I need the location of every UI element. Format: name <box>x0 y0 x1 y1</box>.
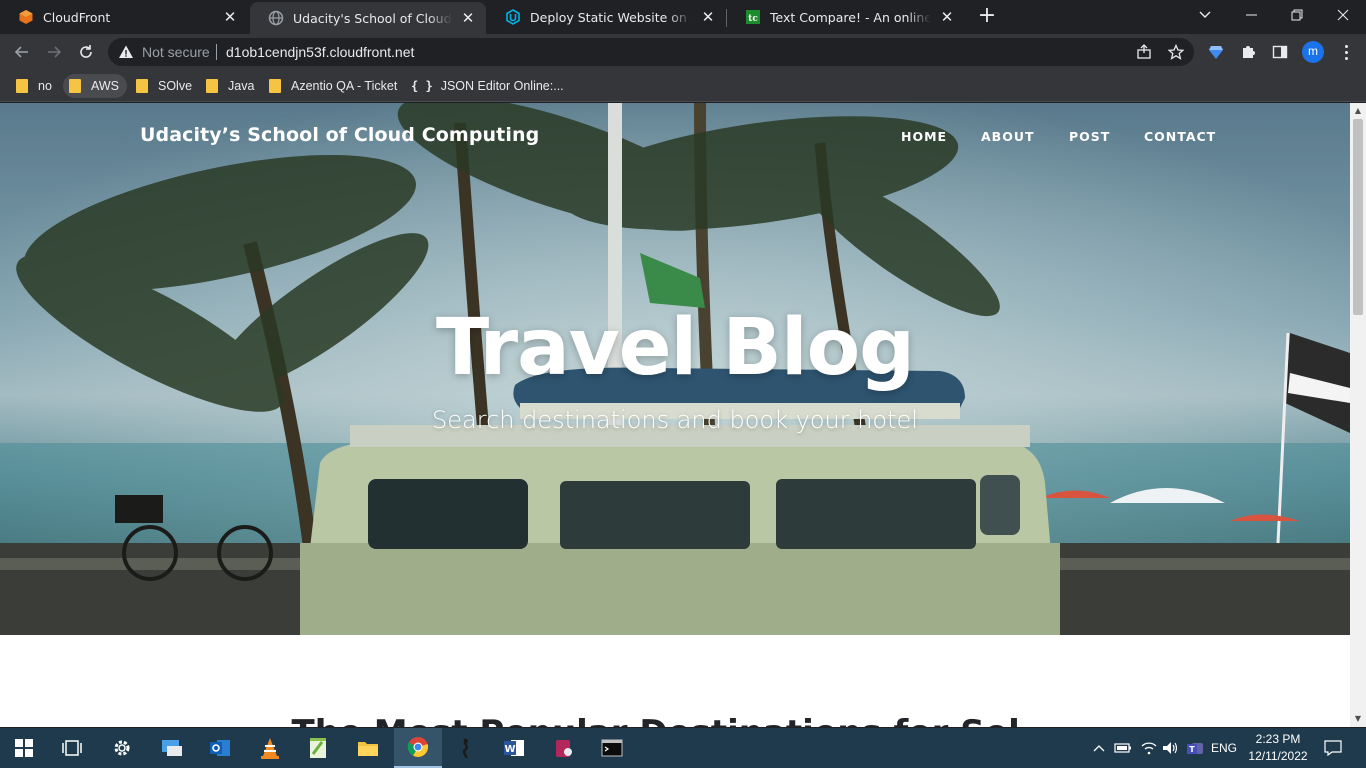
restore-button[interactable] <box>1274 0 1320 30</box>
bookmark-label: JSON Editor Online:... <box>440 79 564 93</box>
folder-icon <box>206 79 218 93</box>
extension-diamond-icon[interactable] <box>1206 42 1226 62</box>
page-scrollbar[interactable]: ▲ ▼ <box>1350 103 1366 727</box>
close-icon[interactable]: ✕ <box>939 9 955 25</box>
task-view-icon[interactable] <box>48 728 96 768</box>
tab-title: Text Compare! - An online diff tool <box>770 9 931 25</box>
close-icon[interactable]: ✕ <box>460 10 476 26</box>
browser-toolbar: Not secure d1ob1cendjn53f.cloudfront.net… <box>0 34 1366 70</box>
bookmark-star-icon[interactable] <box>1167 43 1185 61</box>
share-icon[interactable] <box>1135 43 1153 61</box>
show-hidden-icons-chevron-icon[interactable] <box>1090 728 1108 768</box>
nav-about[interactable]: ABOUT <box>981 129 1035 144</box>
bookmark-folder-azentio[interactable]: Azentio QA - Ticket <box>263 74 405 98</box>
reload-button[interactable] <box>74 40 98 64</box>
tab-search-icon[interactable] <box>1182 0 1228 30</box>
close-icon[interactable]: ✕ <box>700 9 716 25</box>
tab-strip: CloudFront ✕ Udacity's School of Cloud C… <box>0 0 1366 34</box>
bookmark-label: AWS <box>91 79 120 93</box>
folder-icon <box>69 79 81 93</box>
tab-udacity-active[interactable]: Udacity's School of Cloud Computing ✕ <box>250 2 486 34</box>
tab-title: Udacity's School of Cloud Computing <box>293 10 452 26</box>
section-heading: The Most Popular Destinations for Sol... <box>0 713 1350 727</box>
wifi-icon[interactable] <box>1138 728 1160 768</box>
nav-contact[interactable]: CONTACT <box>1144 129 1216 144</box>
forward-button[interactable] <box>42 40 66 64</box>
hero-subtitle: Search destinations and book your hotel <box>432 406 918 434</box>
vlc-icon[interactable] <box>246 728 294 768</box>
folder-icon <box>16 79 28 93</box>
bookmark-folder-java[interactable]: Java <box>200 74 262 98</box>
bookmark-json-editor[interactable]: { } JSON Editor Online:... <box>405 74 572 98</box>
bookmark-folder-no[interactable]: no <box>10 74 60 98</box>
close-icon[interactable]: ✕ <box>222 9 238 25</box>
hero-section: Udacity’s School of Cloud Computing HOME… <box>0 103 1350 635</box>
textcompare-icon: tc <box>745 9 761 25</box>
svg-text:T: T <box>1189 745 1195 754</box>
security-label[interactable]: Not secure <box>142 44 210 60</box>
tab-text-compare[interactable]: tc Text Compare! - An online diff tool ✕ <box>727 0 965 34</box>
nav-home[interactable]: HOME <box>901 129 947 144</box>
aws-cloudfront-icon <box>18 9 34 25</box>
notepad-plus-icon[interactable] <box>294 728 342 768</box>
side-panel-icon[interactable] <box>1270 42 1290 62</box>
clock[interactable]: 2:23 PM 12/11/2022 <box>1240 731 1316 765</box>
tab-deploy-static[interactable]: Deploy Static Website on AWS ✕ <box>487 0 726 34</box>
warning-icon[interactable] <box>118 44 134 60</box>
battery-icon[interactable] <box>1112 728 1134 768</box>
volume-icon[interactable] <box>1160 728 1182 768</box>
profile-avatar[interactable]: m <box>1302 41 1324 63</box>
divider <box>216 44 217 60</box>
tab-cloudfront[interactable]: CloudFront ✕ <box>0 0 248 34</box>
scrollbar-thumb[interactable] <box>1353 119 1363 315</box>
tab-title: CloudFront <box>43 9 111 25</box>
extensions-puzzle-icon[interactable] <box>1238 42 1258 62</box>
bookmark-label: Azentio QA - Ticket <box>291 79 398 93</box>
menu-kebab-icon[interactable] <box>1336 42 1356 62</box>
site-brand[interactable]: Udacity’s School of Cloud Computing <box>140 124 539 146</box>
globe-icon <box>268 10 284 26</box>
bookmark-label: no <box>38 79 52 93</box>
hero-title: Travel Blog <box>436 303 915 393</box>
windows-taskbar: W T ENG 2:23 PM 12/11/2022 <box>0 728 1366 768</box>
outlook-icon[interactable] <box>196 728 244 768</box>
database-icon[interactable] <box>540 728 588 768</box>
svg-text:tc: tc <box>748 14 758 24</box>
file-explorer-icon[interactable] <box>344 728 392 768</box>
back-button[interactable] <box>10 40 34 64</box>
windows-start-icon[interactable] <box>0 728 48 768</box>
chrome-icon[interactable] <box>394 728 442 768</box>
tab-title: Deploy Static Website on AWS <box>530 9 692 25</box>
bookmarks-bar: no AWS SOlve Java Azentio QA - Ticket { … <box>0 70 1366 102</box>
bookmark-folder-solve[interactable]: SOlve <box>130 74 200 98</box>
notification-center-icon[interactable] <box>1318 728 1348 768</box>
teams-icon[interactable]: T <box>1184 728 1206 768</box>
folder-icon <box>269 79 281 93</box>
terminal-icon[interactable] <box>588 728 636 768</box>
url-text[interactable]: d1ob1cendjn53f.cloudfront.net <box>226 44 414 60</box>
close-window-button[interactable] <box>1320 0 1366 30</box>
json-braces-icon: { } <box>411 79 433 93</box>
udacity-icon <box>505 9 521 25</box>
clock-time: 2:23 PM <box>1255 732 1301 746</box>
address-bar[interactable]: Not secure d1ob1cendjn53f.cloudfront.net <box>108 38 1194 66</box>
bookmark-label: Java <box>228 79 255 93</box>
app-icon[interactable] <box>442 728 490 768</box>
scroll-up-arrow-icon[interactable]: ▲ <box>1354 107 1362 115</box>
clock-date: 12/11/2022 <box>1248 749 1308 763</box>
word-icon[interactable]: W <box>490 728 538 768</box>
bookmark-folder-aws[interactable]: AWS <box>63 74 128 98</box>
page-viewport: Udacity’s School of Cloud Computing HOME… <box>0 103 1366 727</box>
settings-icon[interactable] <box>98 728 146 768</box>
scroll-down-arrow-icon[interactable]: ▼ <box>1354 715 1362 723</box>
bookmark-label: SOlve <box>158 79 193 93</box>
folder-icon <box>136 79 148 93</box>
minimize-button[interactable] <box>1228 0 1274 30</box>
nav-post[interactable]: POST <box>1069 129 1110 144</box>
remote-desktop-icon[interactable] <box>148 728 196 768</box>
language-indicator[interactable]: ENG <box>1208 728 1240 768</box>
svg-text:W: W <box>504 744 515 755</box>
new-tab-button[interactable]: + <box>975 5 999 29</box>
